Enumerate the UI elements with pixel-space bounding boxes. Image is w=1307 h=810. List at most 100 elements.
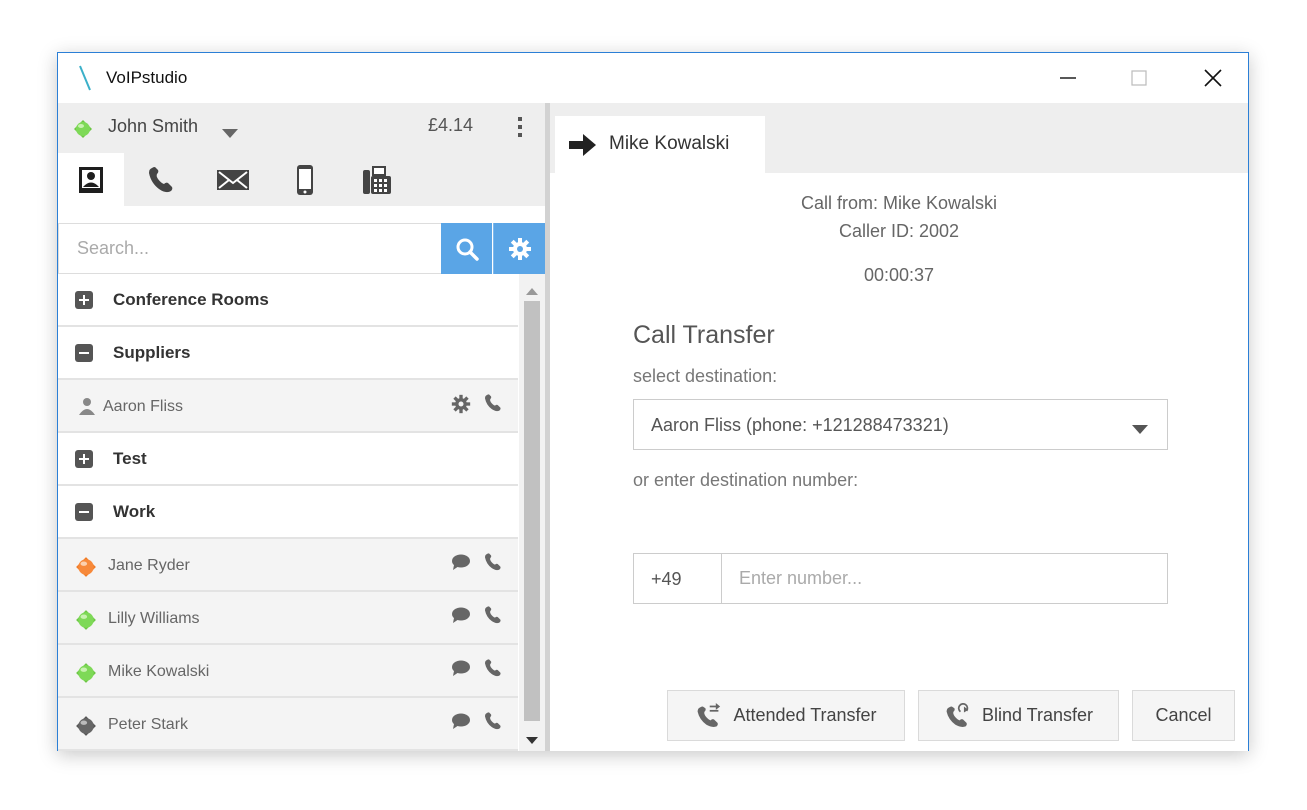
- call-tab-bar: Mike Kowalski: [550, 103, 1248, 173]
- contact-row-lilly-williams[interactable]: Lilly Williams: [58, 592, 518, 645]
- voipstudio-logo-icon: [78, 65, 92, 96]
- tab-fax[interactable]: [344, 153, 410, 206]
- collapse-minus-icon[interactable]: [75, 503, 93, 526]
- collapse-minus-icon[interactable]: [75, 344, 93, 367]
- cancel-label: Cancel: [1155, 705, 1212, 725]
- account-balance: £4.14: [428, 115, 474, 135]
- country-prefix: +49: [651, 569, 682, 589]
- expand-plus-icon[interactable]: [75, 450, 93, 473]
- gear-icon: [508, 237, 531, 260]
- search-bar: [58, 223, 545, 274]
- scroll-up-arrow-icon[interactable]: [526, 282, 538, 300]
- envelope-icon: [217, 169, 249, 190]
- contact-name: Aaron Fliss: [103, 398, 184, 415]
- user-icon: [78, 397, 96, 420]
- call-phone-icon[interactable]: [483, 711, 503, 736]
- country-prefix-field[interactable]: +49: [633, 553, 722, 604]
- contact-name: Mike Kowalski: [108, 663, 210, 680]
- tab-messages[interactable]: [200, 153, 266, 206]
- window-title: VoIPstudio: [106, 68, 188, 87]
- close-icon: [1204, 69, 1222, 87]
- contact-name: Peter Stark: [108, 716, 189, 733]
- cancel-button[interactable]: Cancel: [1132, 690, 1235, 741]
- chat-bubble-icon[interactable]: [451, 659, 471, 682]
- minimize-button[interactable]: [1038, 53, 1098, 103]
- scrollbar-thumb[interactable]: [524, 301, 540, 721]
- group-suppliers[interactable]: Suppliers: [58, 327, 518, 380]
- contacts-pane: John Smith £4.14 Search... Conference Ro…: [58, 103, 545, 751]
- app-window: VoIPstudio John Smith £4.14 Search... Co…: [57, 52, 1249, 751]
- group-label: Suppliers: [113, 343, 191, 362]
- minimize-icon: [1060, 77, 1076, 79]
- select-destination-label: select destination:: [633, 366, 778, 386]
- call-phone-icon[interactable]: [483, 552, 503, 577]
- expand-plus-icon[interactable]: [75, 291, 93, 314]
- call-phone-icon[interactable]: [483, 658, 503, 683]
- online-status-icon: [75, 609, 97, 636]
- online-status-icon: [73, 119, 93, 144]
- destination-number-label: or enter destination number:: [633, 470, 859, 490]
- call-tab-label: Mike Kowalski: [609, 133, 730, 154]
- scroll-down-arrow-icon[interactable]: [526, 732, 538, 750]
- tab-contacts[interactable]: [58, 153, 124, 206]
- contacts-book-icon: [79, 166, 103, 193]
- chevron-down-icon: [1132, 421, 1148, 439]
- busy-status-icon: [75, 556, 97, 583]
- contact-row-jane-ryder[interactable]: Jane Ryder: [58, 539, 518, 592]
- chat-bubble-icon[interactable]: [451, 553, 471, 576]
- account-name[interactable]: John Smith: [108, 116, 198, 137]
- contact-name: Jane Ryder: [108, 557, 190, 574]
- maximize-icon: [1131, 70, 1147, 86]
- phone-icon: [149, 166, 173, 192]
- navigation-tabs: [58, 153, 545, 206]
- group-work[interactable]: Work: [58, 486, 518, 539]
- attended-transfer-label: Attended Transfer: [733, 705, 877, 725]
- mobile-phone-icon: [297, 164, 313, 195]
- attended-transfer-icon: [698, 702, 721, 727]
- group-label: Work: [113, 502, 156, 521]
- group-label: Test: [113, 449, 147, 468]
- account-bar: John Smith £4.14: [58, 103, 545, 153]
- close-button[interactable]: [1183, 53, 1243, 103]
- more-vertical-icon[interactable]: [516, 115, 524, 144]
- destination-selected-value: Aaron Fliss (phone: +121288473321): [651, 415, 949, 435]
- chat-bubble-icon[interactable]: [451, 606, 471, 629]
- contact-name: Lilly Williams: [108, 610, 200, 627]
- contact-list: Conference Rooms Suppliers Aaron Fliss T…: [58, 274, 518, 751]
- chat-bubble-icon[interactable]: [451, 712, 471, 735]
- gear-icon[interactable]: [451, 394, 471, 419]
- arrow-right-icon: [569, 134, 597, 161]
- tab-devices[interactable]: [272, 153, 338, 206]
- call-from-text: Call from: Mike Kowalski: [800, 193, 998, 213]
- blind-transfer-button[interactable]: Blind Transfer: [918, 690, 1119, 741]
- attended-transfer-button[interactable]: Attended Transfer: [667, 690, 905, 741]
- tab-active-call[interactable]: Mike Kowalski: [555, 116, 765, 173]
- transfer-title: Call Transfer: [633, 321, 775, 349]
- contact-row-aaron-fliss[interactable]: Aaron Fliss: [58, 380, 518, 433]
- offline-status-icon: [75, 715, 97, 742]
- contact-row-mike-kowalski[interactable]: Mike Kowalski: [58, 645, 518, 698]
- call-phone-icon[interactable]: [483, 393, 503, 418]
- blind-transfer-label: Blind Transfer: [981, 705, 1094, 725]
- destination-number-input[interactable]: [722, 553, 1168, 604]
- search-settings-button[interactable]: [493, 223, 545, 274]
- destination-select[interactable]: Aaron Fliss (phone: +121288473321): [633, 399, 1168, 450]
- tab-calls[interactable]: [128, 153, 194, 206]
- search-button[interactable]: [441, 223, 492, 274]
- group-test[interactable]: Test: [58, 433, 518, 486]
- call-phone-icon[interactable]: [483, 605, 503, 630]
- fax-icon: [363, 165, 391, 194]
- maximize-button[interactable]: [1109, 53, 1169, 103]
- group-label: Conference Rooms: [113, 290, 269, 309]
- search-icon: [456, 238, 479, 261]
- group-conference-rooms[interactable]: Conference Rooms: [58, 274, 518, 327]
- call-duration: 00:00:37: [863, 265, 935, 285]
- contact-row-peter-stark[interactable]: Peter Stark: [58, 698, 518, 751]
- online-status-icon: [75, 662, 97, 689]
- contact-list-scrollbar[interactable]: [519, 274, 545, 751]
- blind-transfer-icon: [946, 702, 969, 727]
- call-pane: Mike Kowalski Call from: Mike Kowalski C…: [550, 103, 1248, 751]
- chevron-down-icon[interactable]: [222, 125, 238, 143]
- caller-id-text: Caller ID: 2002: [838, 221, 960, 241]
- search-input[interactable]: [58, 223, 441, 274]
